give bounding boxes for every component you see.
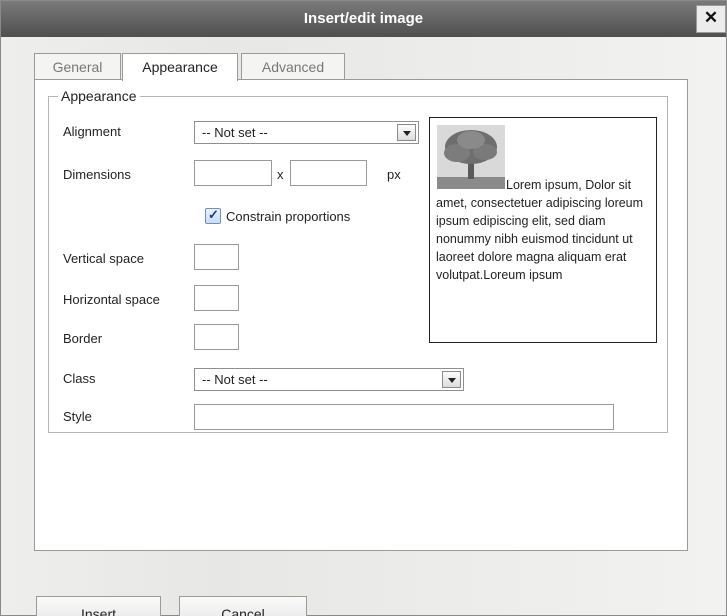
checkmark-icon: ✓ <box>208 207 219 222</box>
tab-panel-appearance: Appearance Alignment -- Not set -- Dimen… <box>34 79 688 551</box>
dimensions-label: Dimensions <box>63 167 131 182</box>
close-button[interactable]: ✕ <box>696 5 726 33</box>
dimensions-separator: x <box>277 167 284 182</box>
alignment-label: Alignment <box>63 124 121 139</box>
appearance-fieldset: Appearance Alignment -- Not set -- Dimen… <box>48 88 668 433</box>
height-input[interactable] <box>290 160 367 186</box>
dialog-title: Insert/edit image <box>303 10 424 27</box>
insert-edit-image-dialog: Insert/edit image ✕ General Appearance A… <box>0 0 727 616</box>
horizontal-space-label: Horizontal space <box>63 292 160 307</box>
width-input[interactable] <box>194 160 272 186</box>
tab-appearance[interactable]: Appearance <box>122 53 238 81</box>
class-select-value: -- Not set -- <box>202 372 268 387</box>
chevron-down-icon[interactable] <box>442 371 461 388</box>
border-input[interactable] <box>194 324 239 350</box>
close-icon: ✕ <box>703 8 719 27</box>
image-preview: Lorem ipsum, Dolor sit amet, consectetue… <box>429 117 657 343</box>
vertical-space-input[interactable] <box>194 244 239 270</box>
cancel-button[interactable]: Cancel <box>179 596 307 616</box>
tab-general[interactable]: General <box>34 53 121 80</box>
chevron-down-icon[interactable] <box>397 124 416 141</box>
constrain-proportions-checkbox[interactable]: ✓ <box>205 207 221 224</box>
title-bar[interactable]: Insert/edit image ✕ <box>1 1 726 37</box>
vertical-space-label: Vertical space <box>63 251 144 266</box>
border-label: Border <box>63 331 103 346</box>
tab-advanced[interactable]: Advanced <box>241 53 345 80</box>
style-input[interactable] <box>194 404 614 430</box>
alignment-select[interactable]: -- Not set -- <box>194 121 419 144</box>
fieldset-legend: Appearance <box>58 88 140 104</box>
horizontal-space-input[interactable] <box>194 285 239 311</box>
constrain-proportions-label: Constrain proportions <box>226 209 351 224</box>
class-label: Class <box>63 371 96 386</box>
class-select[interactable]: -- Not set -- <box>194 368 464 391</box>
alignment-select-value: -- Not set -- <box>202 125 268 140</box>
preview-text: Lorem ipsum, Dolor sit amet, consectetue… <box>436 178 644 282</box>
insert-button[interactable]: Insert <box>36 596 161 616</box>
style-label: Style <box>63 409 92 424</box>
dimensions-unit: px <box>387 167 401 182</box>
